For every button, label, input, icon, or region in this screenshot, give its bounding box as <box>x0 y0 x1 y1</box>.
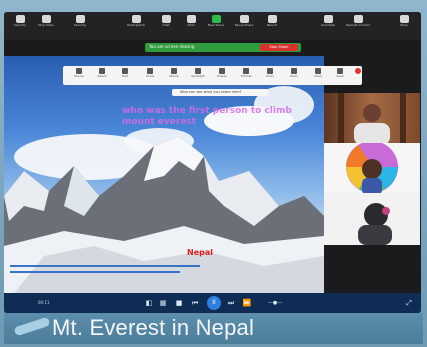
annotate-spotlight-tool[interactable]: Spotlight <box>191 68 205 79</box>
pencil-icon <box>323 15 333 23</box>
pink-annotation-text: who was the first person to climb mount … <box>122 106 292 127</box>
participant-video-1[interactable] <box>324 93 420 145</box>
fullscreen-button[interactable]: ⤢ <box>404 297 414 309</box>
slide-panel-button[interactable]: ◧ <box>144 297 154 309</box>
annotation-underline <box>10 271 180 273</box>
pause-button[interactable]: II <box>207 296 221 310</box>
toolbar-item-more[interactable]: More <box>392 15 416 27</box>
mountain-image <box>4 136 324 306</box>
presentation-controls: 00:11 ◧ ▦ ■ ⏮ II ⏭ ⏩ —●— ⤢ <box>4 293 421 313</box>
annotation-underline <box>10 265 200 267</box>
meeting-toolbar: Security Stop Video Security Participant… <box>4 12 421 40</box>
red-annotation-text: Nepal <box>187 248 213 257</box>
lock-icon <box>75 15 85 23</box>
remote-control-icon <box>353 15 363 23</box>
toolbar-item-remote-control[interactable]: Remote Control <box>346 15 370 27</box>
toolbar-item-record[interactable]: Record <box>260 15 284 27</box>
annotate-save-tool[interactable]: Save <box>333 68 347 79</box>
pause-icon <box>239 15 249 23</box>
toolbar-item-security[interactable]: Security <box>8 15 32 27</box>
annotate-stamp-tool[interactable]: Stamp <box>167 68 181 79</box>
toolbar-item-chat[interactable]: Chat <box>154 15 178 27</box>
toolbar-item-new-share[interactable]: New Share <box>204 15 228 27</box>
shield-icon <box>15 15 25 23</box>
annotate-text-tool[interactable]: Text <box>118 68 132 79</box>
annotate-clear-tool[interactable]: Clear <box>311 68 325 79</box>
stop-icon[interactable]: ■ <box>174 297 184 309</box>
close-icon <box>355 68 361 74</box>
sharing-banner: You are screen sharing Stop Share <box>145 43 301 52</box>
grid-view-button[interactable]: ▦ <box>158 297 168 309</box>
annotate-redo-tool[interactable]: Redo <box>287 68 301 79</box>
annotate-mouse-tool[interactable]: Mouse <box>72 68 86 79</box>
toolbar-item-pause-share[interactable]: Pause Share <box>232 15 256 27</box>
annotate-draw-tool[interactable]: Draw <box>143 68 157 79</box>
participant-avatar <box>358 203 392 245</box>
participant-video-3[interactable] <box>324 193 420 245</box>
annotate-eraser-tool[interactable]: Eraser <box>215 68 229 79</box>
share-screen-icon <box>211 15 221 23</box>
annotation-prompt: Who can see what you share here? <box>172 89 268 96</box>
toolbar-item-participants[interactable]: Participants <box>124 15 148 27</box>
toolbar-item-security-2[interactable]: Security <box>68 15 92 27</box>
slide-timer: 00:11 <box>38 300 50 305</box>
annotation-toolbar: Mouse Select Text Draw Stamp Spotlight E… <box>63 66 362 85</box>
toolbar-item-stop-video[interactable]: Stop Video <box>34 15 58 27</box>
annotate-undo-tool[interactable]: Undo <box>263 68 277 79</box>
annotate-select-tool[interactable]: Select <box>95 68 109 79</box>
slide-caption: Mt. Everest in Nepal <box>52 315 255 340</box>
annotate-format-tool[interactable]: Format <box>239 68 253 79</box>
annotate-close-button[interactable] <box>351 68 365 74</box>
next-slide-button[interactable]: ⏭ <box>226 297 236 309</box>
zoom-window: Security Stop Video Security Participant… <box>4 12 421 313</box>
poll-icon <box>186 15 196 23</box>
previous-slide-button[interactable]: ⏮ <box>190 297 200 309</box>
stop-share-button[interactable]: Stop Share <box>260 44 298 51</box>
record-icon <box>267 15 277 23</box>
toolbar-item-annotate[interactable]: Annotate <box>316 15 340 27</box>
participant-video-2[interactable] <box>324 143 420 195</box>
people-icon <box>131 15 141 23</box>
toolbar-item-polls[interactable]: Polls <box>179 15 203 27</box>
participant-avatar <box>346 143 398 195</box>
video-camera-icon <box>41 15 51 23</box>
participant-avatar <box>338 93 406 145</box>
fast-forward-button[interactable]: ⏩ <box>242 297 252 309</box>
slide-progress-track[interactable]: —●— <box>260 297 290 309</box>
more-icon <box>399 15 409 23</box>
chat-icon <box>161 15 171 23</box>
shared-slide <box>4 56 324 306</box>
sharing-status-text: You are screen sharing <box>149 44 195 49</box>
